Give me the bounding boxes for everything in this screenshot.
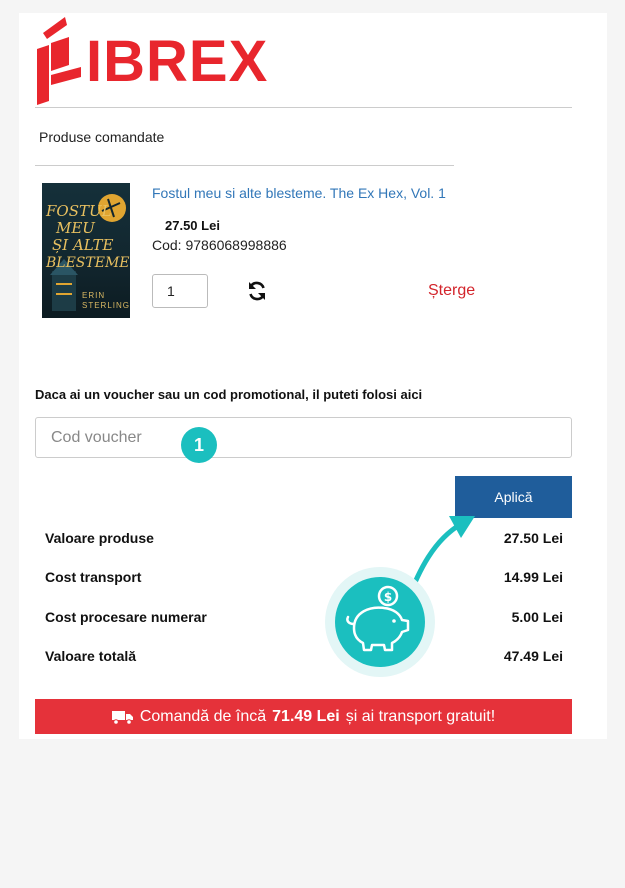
piggy-bank-icon: $ — [324, 566, 436, 678]
banner-suffix: și ai transport gratuit! — [345, 707, 496, 725]
summary-label: Cost transport — [45, 569, 142, 585]
divider — [35, 165, 454, 166]
voucher-input[interactable]: Cod voucher — [35, 417, 572, 458]
logo-text: IBREX — [86, 29, 269, 94]
summary-value: 47.49 Lei — [503, 648, 563, 664]
delete-link[interactable]: Șterge — [428, 282, 475, 300]
section-title: Produse comandate — [39, 129, 165, 145]
quantity-input[interactable]: 1 — [152, 274, 208, 308]
summary-value: 14.99 Lei — [503, 569, 563, 585]
cover-title: FOSTUL MEU ȘI ALTE BLESTEME — [46, 202, 130, 272]
free-shipping-banner: Comandă de încă 71.49 Lei și ai transpor… — [35, 699, 572, 734]
product-title-link[interactable]: Fostul meu si alte blesteme. The Ex Hex,… — [152, 185, 446, 201]
summary-value: 5.00 Lei — [511, 609, 563, 625]
svg-text:$: $ — [384, 590, 392, 604]
product-code: Cod: 9786068998886 — [152, 237, 287, 253]
summary-label: Valoare produse — [45, 530, 154, 546]
librex-logo[interactable]: IBREX — [35, 15, 315, 107]
banner-prefix: Comandă de încă — [139, 707, 267, 725]
cover-author: ERIN STERLING — [82, 291, 130, 310]
summary-value: 27.50 Lei — [503, 530, 563, 546]
cart-card: IBREX Produse comandate FOSTUL MEU ȘI AL… — [19, 13, 607, 739]
book-cover-image[interactable]: FOSTUL MEU ȘI ALTE BLESTEME ERIN STERLIN… — [42, 183, 130, 318]
banner-amount: 71.49 Lei — [272, 707, 340, 725]
divider — [35, 107, 572, 108]
truck-icon — [111, 710, 133, 725]
step-badge: 1 — [181, 427, 217, 463]
summary-label: Cost procesare numerar — [45, 609, 207, 625]
refresh-icon[interactable] — [246, 280, 268, 302]
product-price: 27.50 Lei — [165, 218, 220, 233]
voucher-label: Daca ai un voucher sau un cod promotiona… — [35, 387, 423, 402]
summary-label: Valoare totală — [45, 648, 137, 664]
